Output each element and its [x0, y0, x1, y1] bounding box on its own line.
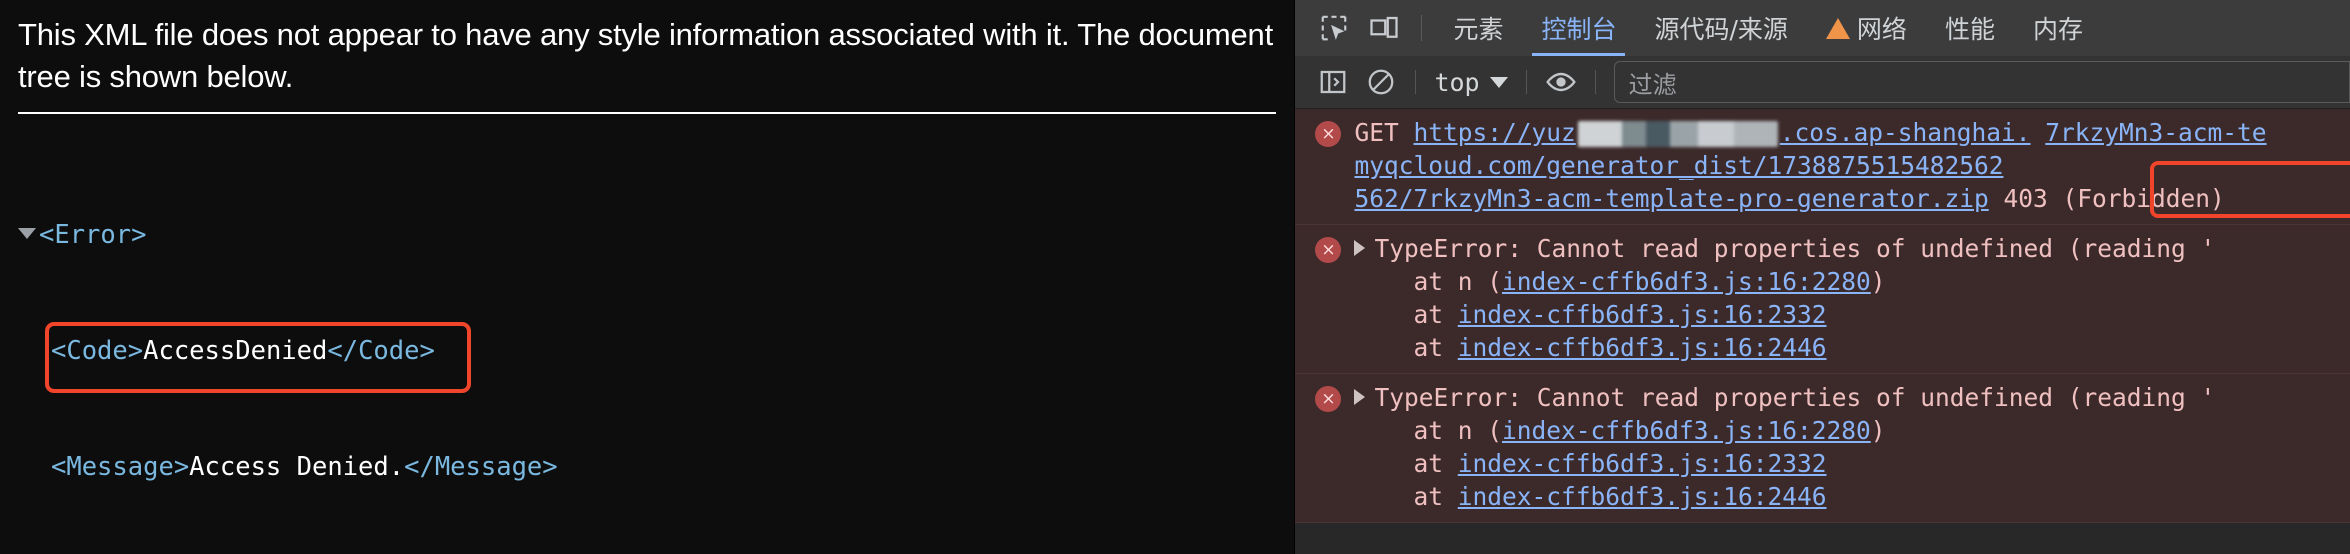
xml-tag-message-open: <Message>: [51, 451, 190, 482]
filter-placeholder: 过滤: [1628, 70, 1677, 99]
tab-network[interactable]: 网络: [1807, 0, 1926, 56]
xml-document-tree: <Error> <Code>AccessDenied</Code> <Messa…: [18, 134, 1294, 554]
tabbar-divider: [1421, 15, 1423, 41]
chevron-down-icon: [1489, 76, 1508, 88]
xml-node-code: <Code>AccessDenied</Code>: [18, 335, 1294, 366]
live-expression-icon[interactable]: [1537, 62, 1585, 102]
xml-style-notice: This XML file does not appear to have an…: [18, 17, 1274, 94]
tab-performance[interactable]: 性能: [1926, 0, 2014, 56]
xml-document-pane: This XML file does not appear to have an…: [0, 0, 1295, 554]
xml-tag-code-open: <Code>: [51, 335, 144, 366]
xml-tag-error-open: <Error>: [39, 219, 147, 250]
collapse-triangle-icon[interactable]: [18, 228, 36, 240]
console-js-error-row[interactable]: × TypeError: Cannot read properties of u…: [1295, 225, 2350, 374]
stack-link[interactable]: index-cffb6df3.js:16:2446: [1458, 333, 1827, 362]
console-toolbar: top 过滤: [1295, 56, 2350, 109]
error-badge-icon: ×: [1315, 237, 1342, 263]
request-url-part1[interactable]: https://yuz: [1413, 118, 1575, 147]
console-filter-input[interactable]: 过滤: [1613, 61, 2350, 103]
inspect-element-icon[interactable]: [1309, 6, 1359, 50]
tab-elements-label: 元素: [1453, 15, 1504, 44]
network-error-body: GET https://yuz .cos.ap-shanghai. 7rkzyMn…: [1354, 116, 2350, 215]
js-error-body: TypeError: Cannot read properties of und…: [1354, 232, 2350, 364]
devtools-panel: 元素 控制台 源代码/来源 网络 性能 内存 top 过滤 × GET http…: [1294, 0, 2350, 554]
stack-link[interactable]: index-cffb6df3.js:16:2332: [1458, 449, 1827, 478]
context-label: top: [1434, 67, 1480, 97]
devtools-tabbar: 元素 控制台 源代码/来源 网络 性能 内存: [1295, 0, 2350, 56]
error-badge-icon: ×: [1315, 386, 1342, 412]
console-js-error-row[interactable]: × TypeError: Cannot read properties of u…: [1295, 374, 2350, 523]
tab-memory[interactable]: 内存: [2014, 0, 2102, 56]
http-method: GET: [1354, 118, 1399, 147]
tab-console[interactable]: 控制台: [1522, 0, 1635, 56]
xml-tag-message-close: </Message>: [404, 451, 558, 482]
screenshot-root: This XML file does not appear to have an…: [0, 0, 2350, 554]
http-status-text: 403 (Forbidden): [2003, 184, 2225, 213]
xml-tag-code-close: </Code>: [327, 335, 435, 366]
expand-triangle-icon[interactable]: [1354, 240, 1366, 256]
request-url-line3[interactable]: 562/7rkzyMn3-acm-template-pro-generator.…: [1354, 184, 1988, 213]
tab-sources-label: 源代码/来源: [1654, 15, 1788, 44]
redacted-url-block: [1577, 121, 1778, 147]
tab-network-label: 网络: [1856, 15, 1907, 44]
toolbar-divider-1: [1415, 70, 1417, 94]
tab-sources[interactable]: 源代码/来源: [1635, 0, 1806, 56]
toolbar-divider-2: [1525, 70, 1527, 94]
xml-node-message: <Message>Access Denied.</Message>: [18, 451, 1294, 482]
tab-elements[interactable]: 元素: [1434, 0, 1522, 56]
js-error-title: TypeError: Cannot read properties of und…: [1374, 383, 2216, 412]
xml-value-code: AccessDenied: [143, 335, 328, 366]
js-error-body: TypeError: Cannot read properties of und…: [1354, 381, 2350, 513]
device-toolbar-icon[interactable]: [1359, 6, 1409, 50]
tab-console-label: 控制台: [1541, 15, 1617, 44]
tab-memory-label: 内存: [2032, 15, 2083, 44]
request-url-line2[interactable]: myqcloud.com/generator_dist/173887551548…: [1354, 151, 2003, 180]
tab-performance-label: 性能: [1944, 15, 1995, 44]
request-url-part2[interactable]: .cos.ap-shanghai.: [1780, 118, 2031, 147]
xml-root-open-row[interactable]: <Error>: [18, 219, 1294, 250]
stack-link[interactable]: index-cffb6df3.js:16:2280: [1502, 416, 1871, 445]
stack-link[interactable]: index-cffb6df3.js:16:2446: [1458, 482, 1827, 511]
console-network-error-row[interactable]: × GET https://yuz .cos.ap-shanghai. 7rkzy…: [1295, 109, 2350, 225]
console-message-list[interactable]: × GET https://yuz .cos.ap-shanghai. 7rkzy…: [1295, 109, 2350, 554]
stack-link[interactable]: index-cffb6df3.js:16:2280: [1502, 267, 1871, 296]
expand-triangle-icon[interactable]: [1354, 389, 1366, 405]
stack-link[interactable]: index-cffb6df3.js:16:2332: [1458, 300, 1827, 329]
javascript-context-selector[interactable]: top: [1426, 68, 1515, 97]
warning-triangle-icon: [1825, 17, 1850, 39]
console-sidebar-icon[interactable]: [1309, 62, 1357, 102]
request-url-part3[interactable]: 7rkzyMn3-acm-te: [2045, 118, 2266, 147]
js-error-title: TypeError: Cannot read properties of und…: [1374, 234, 2216, 263]
toolbar-divider-3: [1594, 70, 1596, 94]
error-badge-icon: ×: [1315, 121, 1342, 147]
clear-console-icon[interactable]: [1357, 62, 1405, 102]
xml-value-message: Access Denied.: [189, 451, 405, 482]
notice-divider: [18, 111, 1276, 114]
